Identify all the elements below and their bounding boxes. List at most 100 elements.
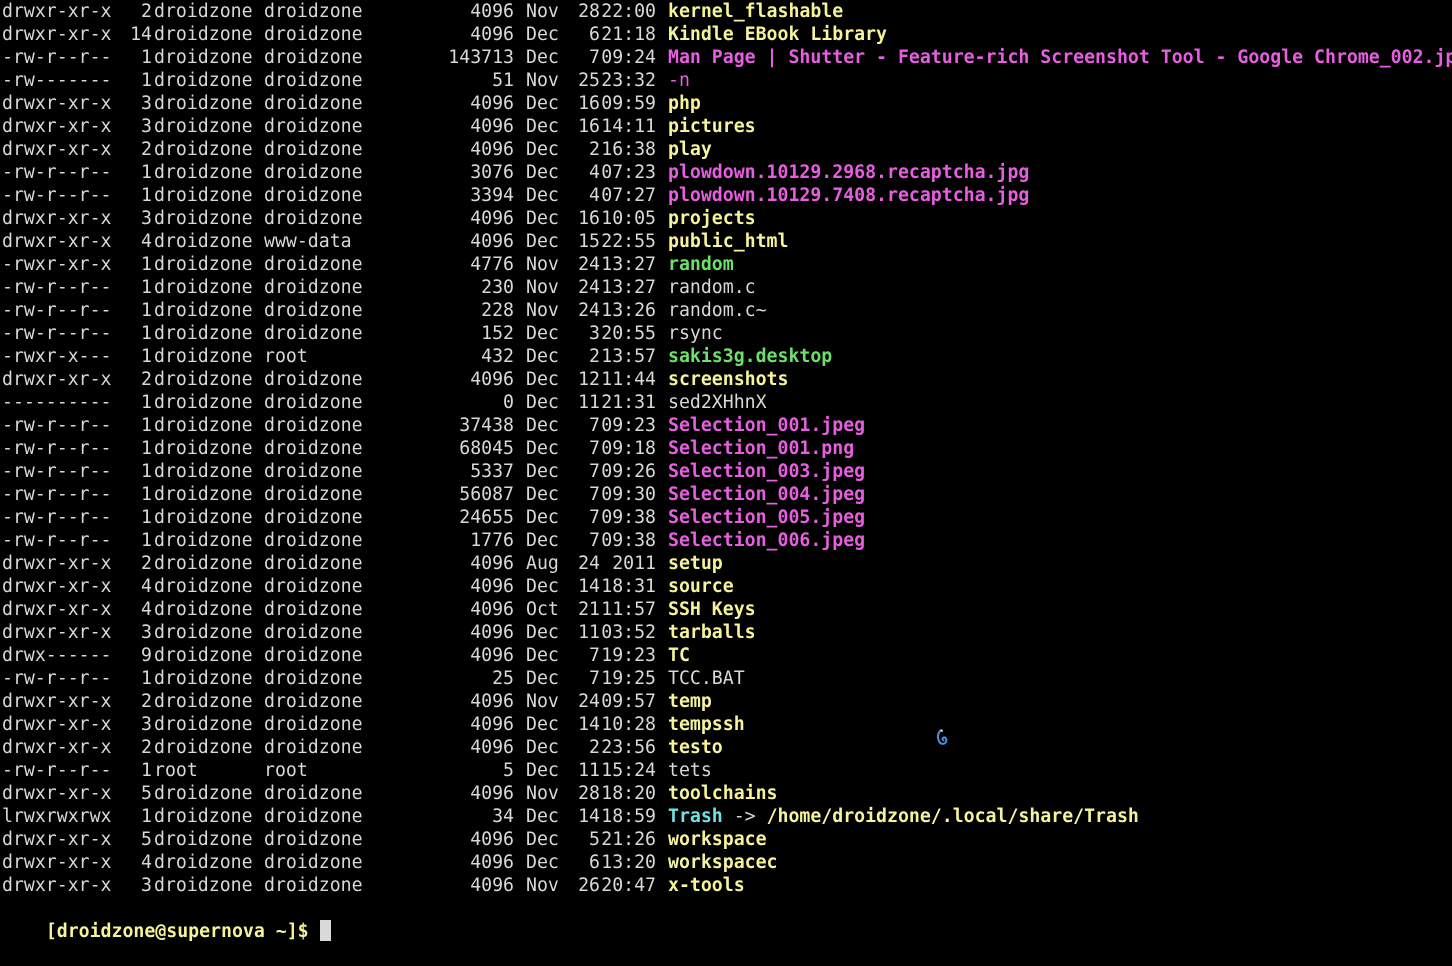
file-name-cell: screenshots [656,368,788,391]
owner: droidzone [154,300,253,321]
time: 20:55 [601,323,656,344]
listing-row: -rw-r--r-- 1 droidzone droidzone 230 Nov 2413:… [2,276,1452,299]
time: 09:24 [601,47,656,68]
day: 14 [578,714,600,735]
month: Dec [526,484,559,505]
day: 15 [578,231,600,252]
file-name: sed2XHhnX [668,392,767,413]
file-size: 4096 [470,369,514,390]
file-size: 143713 [448,47,514,68]
terminal-output: drwxr-xr-x 2 droidzone droidzone 4096 Nov 2822… [2,0,1452,942]
time: 18:59 [601,806,656,827]
time: 07:23 [601,162,656,183]
prompt-line[interactable]: [droidzone@supernova ~]$ [2,897,1452,942]
file-name: toolchains [668,783,778,804]
month: Dec [526,415,559,436]
permissions: drwxr-xr-x [2,714,112,735]
link-count: 3 [141,208,152,229]
owner: droidzone [154,668,253,689]
time: 13:27 [601,254,656,275]
file-name: setup [668,553,723,574]
permissions: drwxr-xr-x [2,139,112,160]
file-size: 5337 [470,461,514,482]
link-count: 5 [141,783,152,804]
time: 13:26 [601,300,656,321]
link-count: 2 [141,369,152,390]
permissions: drwxr-xr-x [2,208,112,229]
day: 7 [589,645,600,666]
file-name-cell: Selection_001.jpeg [656,414,865,437]
permissions: -rwxr-xr-x [2,254,112,275]
file-name-cell: Man Page | Shutter - Feature-rich Screen… [656,46,1452,69]
time: 13:27 [601,277,656,298]
owner: droidzone [154,599,253,620]
time: 09:59 [601,93,656,114]
owner: droidzone [154,346,253,367]
link-count: 5 [141,829,152,850]
file-size: 4096 [470,576,514,597]
permissions: -rw-r--r-- [2,461,112,482]
listing-row: drwxr-xr-x 3 droidzone droidzone 4096 Nov 2620… [2,874,1452,897]
group: droidzone [264,484,363,505]
owner: droidzone [154,530,253,551]
file-name: temp [668,691,712,712]
group: root [264,760,308,781]
permissions: drwxr-xr-x [2,93,112,114]
day: 28 [578,783,600,804]
day: 6 [589,24,600,45]
month: Nov [526,875,559,896]
owner: droidzone [154,484,253,505]
file-name: Kindle EBook Library [668,24,887,45]
owner: droidzone [154,415,253,436]
file-name: Selection_001.jpeg [668,415,866,436]
month: Dec [526,737,559,758]
file-name-cell: testo [656,736,723,759]
file-name: pictures [668,116,756,137]
link-count: 1 [141,47,152,68]
link-count: 1 [141,461,152,482]
permissions: drwxr-xr-x [2,116,112,137]
listing-row: drwxr-xr-x 3 droidzone droidzone 4096 Dec 1103… [2,621,1452,644]
link-count: 3 [141,116,152,137]
month: Dec [526,461,559,482]
permissions: -rw-r--r-- [2,162,112,183]
file-size: 152 [481,323,514,344]
group: droidzone [264,208,363,229]
owner: droidzone [154,208,253,229]
file-size: 3076 [470,162,514,183]
owner: droidzone [154,70,253,91]
file-name-cell: random [656,253,734,276]
file-name-cell: temp [656,690,712,713]
time: 21:18 [601,24,656,45]
month: Oct [526,599,559,620]
file-name-cell: workspace [656,828,767,851]
file-name: rsync [668,323,723,344]
day: 7 [589,668,600,689]
link-count: 1 [141,185,152,206]
listing-row: drwxr-xr-x 14 droidzone droidzone 4096 Dec 621… [2,23,1452,46]
listing-row: drwxr-xr-x 3 droidzone droidzone 4096 Dec 1609… [2,92,1452,115]
file-name: kernel_flashable [668,1,844,22]
file-name: SSH Keys [668,599,756,620]
file-name-cell: public_html [656,230,788,253]
file-name-cell: Selection_004.jpeg [656,483,865,506]
permissions: -rw-r--r-- [2,507,112,528]
file-name-cell: Selection_003.jpeg [656,460,865,483]
link-count: 9 [141,645,152,666]
file-size: 228 [481,300,514,321]
link-count: 1 [141,254,152,275]
link-count: 4 [141,852,152,873]
time: 07:27 [601,185,656,206]
file-name: random.c [668,277,756,298]
file-size: 4096 [470,829,514,850]
file-name-cell: Selection_005.jpeg [656,506,865,529]
owner: droidzone [154,139,253,160]
owner: droidzone [154,553,253,574]
symlink-target: /home/droidzone/.local/share/Trash [766,806,1139,827]
file-name: screenshots [668,369,789,390]
day: 7 [589,461,600,482]
file-name: TCC.BAT [668,668,745,689]
file-name-cell: source [656,575,734,598]
owner: droidzone [154,507,253,528]
owner: root [154,760,198,781]
